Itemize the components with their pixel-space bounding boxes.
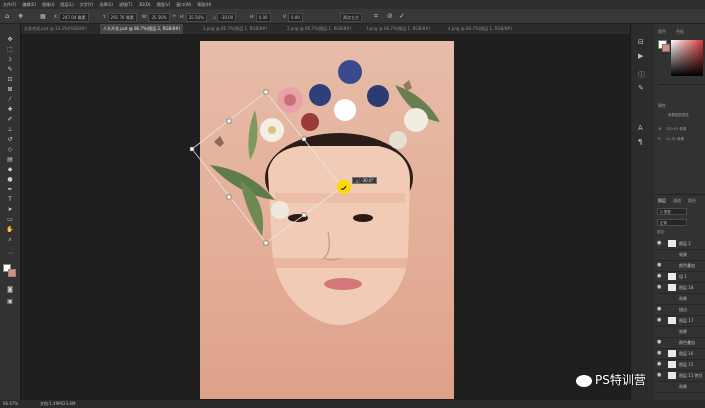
- layer-name: 图层 16: [679, 351, 694, 356]
- layer-name: 效果: [679, 329, 687, 334]
- layer-thumbnail: [668, 273, 676, 280]
- visibility-eye-icon[interactable]: ●: [657, 337, 661, 348]
- transform-handle-bottom-left[interactable]: [226, 194, 232, 200]
- transform-handle-left[interactable]: [189, 146, 195, 152]
- blend-mode-select[interactable]: 正常: [657, 219, 687, 226]
- actions-panel-icon[interactable]: ▶: [638, 52, 643, 60]
- blue-flower-1: [309, 84, 331, 106]
- brush-panel-icon[interactable]: ✎: [638, 84, 644, 92]
- tab-color[interactable]: 颜色: [658, 29, 666, 35]
- white-flower-5: [271, 201, 289, 219]
- visibility-eye-icon[interactable]: ●: [657, 260, 661, 271]
- tab-swatches[interactable]: 色板: [676, 29, 684, 35]
- visibility-eye-icon[interactable]: ●: [657, 304, 661, 315]
- transform-handle-bottom-right[interactable]: [301, 212, 307, 218]
- layer-name: 颜色叠加: [679, 340, 695, 345]
- cursor-highlight: [337, 180, 351, 194]
- zoom-level[interactable]: 66.67%: [3, 400, 18, 408]
- panel-icon-strip: ⊟ ▶ ⓘ ✎ A ¶: [630, 24, 654, 400]
- red-flower: [301, 113, 319, 131]
- layer-name: 组 1: [679, 274, 687, 279]
- layer-name: 效果: [679, 296, 687, 301]
- character-panel-icon[interactable]: A: [638, 124, 643, 132]
- angle-tooltip: △: -30.0°: [352, 177, 377, 184]
- layer-thumbnail: [668, 284, 676, 291]
- history-panel-icon[interactable]: ⊟: [638, 38, 644, 46]
- white-flower-2: [404, 108, 428, 132]
- wechat-icon: [576, 374, 592, 387]
- pink-rose-center: [284, 94, 296, 106]
- white-flower-3: [334, 99, 356, 121]
- visibility-eye-icon[interactable]: ●: [657, 315, 661, 326]
- layer-name: 描边: [679, 307, 687, 312]
- visibility-eye-icon[interactable]: ●: [657, 282, 661, 293]
- mouth: [324, 278, 362, 290]
- paragraph-panel-icon[interactable]: ¶: [638, 138, 642, 146]
- layer-thumbnail: [668, 361, 676, 368]
- divider: [654, 194, 705, 195]
- right-panels: 颜色 色板 属性 像素图层属性 W 320.91 像素 H 21.31 像素 图…: [654, 24, 705, 400]
- layer-name: 颜色叠加: [679, 263, 695, 268]
- layer-name: 效果: [679, 252, 687, 257]
- properties-title: 属性: [658, 103, 666, 108]
- visibility-eye-icon[interactable]: ●: [657, 271, 661, 282]
- status-bar: 66.67% 文档:1.49M/23.4M: [0, 400, 705, 408]
- visibility-eye-icon[interactable]: ●: [657, 348, 661, 359]
- bg-color-chip[interactable]: [662, 44, 670, 52]
- document-info: 文档:1.49M/23.4M: [40, 401, 76, 406]
- props-h-label: H: [658, 137, 661, 141]
- transform-handle-top-right[interactable]: [301, 136, 307, 142]
- face-shape: [268, 146, 410, 325]
- blue-flower-3: [367, 85, 389, 107]
- tab-channels[interactable]: 通道: [673, 198, 681, 204]
- face-slice-2: [268, 258, 410, 268]
- face-slice-1: [275, 193, 405, 203]
- transform-handle-top-left[interactable]: [226, 118, 232, 124]
- layer-thumbnail: [668, 350, 676, 357]
- props-w-label: W: [658, 127, 662, 131]
- transform-handle-bottom[interactable]: [263, 240, 269, 246]
- props-w-field[interactable]: 320.91 像素: [666, 127, 686, 132]
- color-picker-field[interactable]: [671, 40, 703, 76]
- layer-name: 图层 17: [679, 318, 694, 323]
- white-flower-1-center: [268, 126, 276, 134]
- visibility-eye-icon[interactable]: ●: [657, 238, 661, 249]
- lock-label: 锁定:: [657, 230, 666, 234]
- tab-layers[interactable]: 图层: [658, 198, 666, 204]
- artwork-layer: [189, 60, 440, 325]
- right-eye: [353, 214, 373, 222]
- layer-thumbnail: [668, 317, 676, 324]
- layer-thumbnail: [668, 240, 676, 247]
- butterfly-icon: [214, 136, 224, 147]
- info-panel-icon[interactable]: ⓘ: [638, 70, 645, 80]
- leaf-4: [248, 110, 258, 160]
- transform-handle-top[interactable]: [263, 89, 269, 95]
- divider: [658, 84, 705, 85]
- white-flower-4: [389, 131, 407, 149]
- layer-name: 图层 2: [679, 241, 691, 246]
- watermark-text: PS特训营: [595, 373, 646, 387]
- blue-flower-2: [338, 60, 362, 84]
- layer-kind-filter[interactable]: Q 类型: [657, 208, 687, 215]
- tab-paths[interactable]: 路径: [688, 198, 696, 204]
- watermark: PS特训营: [576, 368, 702, 392]
- layer-name: 图层 18: [679, 285, 694, 290]
- pixel-layer-properties: 像素图层属性: [668, 113, 689, 117]
- props-h-field[interactable]: 21.31 像素: [666, 137, 684, 142]
